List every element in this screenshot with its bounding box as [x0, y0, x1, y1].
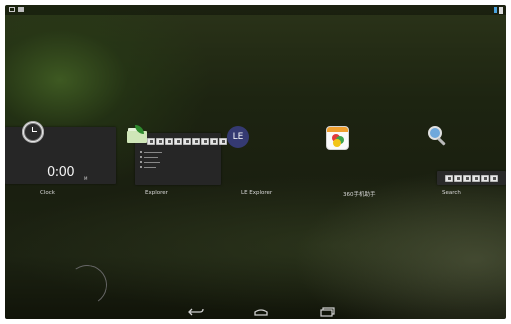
- recents-icon[interactable]: [317, 305, 337, 319]
- 360-icon[interactable]: [327, 127, 348, 149]
- toolbar-icon: [472, 175, 480, 182]
- toolbar-icon: [156, 138, 164, 145]
- toolbar-icon: [174, 138, 182, 145]
- explorer-toolbar: [147, 138, 227, 145]
- back-icon[interactable]: [186, 305, 206, 319]
- tablet-screen: 0:00 M Clock Explorer LE LE Explorer 360…: [5, 5, 506, 319]
- home-icon[interactable]: [251, 305, 271, 319]
- toolbar-icon: [183, 138, 191, 145]
- file-list: [140, 150, 162, 170]
- app-label: LE Explorer: [241, 190, 273, 196]
- clock-dial: [63, 261, 111, 309]
- list-item: [140, 165, 162, 169]
- list-item: [140, 155, 162, 159]
- toolbar-icon: [165, 138, 173, 145]
- clock-time-suffix: M: [84, 176, 88, 181]
- toolbar-icon: [454, 175, 462, 182]
- toolbar-icon: [490, 175, 498, 182]
- toolbar-icon: [463, 175, 471, 182]
- clock-icon[interactable]: [22, 121, 44, 143]
- toolbar-icon: [481, 175, 489, 182]
- toolbar-icon: [210, 138, 218, 145]
- app-label: Search: [442, 190, 461, 196]
- app-label: Explorer: [145, 190, 168, 196]
- app-label: Clock: [40, 190, 55, 196]
- search-toolbar: [445, 175, 498, 182]
- app-label: 360手机助手: [343, 192, 376, 198]
- list-item: [140, 150, 162, 154]
- toolbar-icon: [201, 138, 209, 145]
- folder-leaf-icon[interactable]: [125, 123, 149, 145]
- navigation-bar: [5, 305, 506, 319]
- list-item: [140, 160, 162, 164]
- clock-time: 0:00: [47, 165, 75, 180]
- recent-apps: 0:00 M Clock Explorer LE LE Explorer 360…: [5, 5, 506, 319]
- toolbar-icon: [445, 175, 453, 182]
- search-icon[interactable]: [426, 124, 448, 146]
- le-icon[interactable]: LE: [227, 126, 249, 148]
- toolbar-icon: [219, 138, 227, 145]
- toolbar-icon: [192, 138, 200, 145]
